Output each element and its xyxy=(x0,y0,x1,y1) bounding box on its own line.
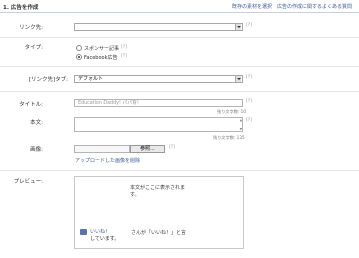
link-url-label: リンク先: xyxy=(19,25,43,31)
scroll-down-icon[interactable]: ▼ xyxy=(240,127,242,131)
help-icon[interactable]: [?] xyxy=(169,145,175,150)
browse-button[interactable]: 参照... xyxy=(130,145,165,153)
image-file-field[interactable] xyxy=(74,145,130,153)
title-char-count: 残り文字数: 10 xyxy=(217,109,247,114)
body-char-count: 残り文字数: 135 xyxy=(213,135,245,140)
body-textarea[interactable]: ▲ ▼ xyxy=(74,117,243,132)
link-url-select[interactable] xyxy=(74,23,243,31)
radio-facebook-ad[interactable] xyxy=(76,54,82,60)
title-label: タイトル: xyxy=(19,102,43,108)
chevron-down-icon[interactable] xyxy=(235,24,241,30)
section-divider xyxy=(0,170,359,171)
help-icon[interactable]: [?] xyxy=(121,54,127,59)
scroll-up-icon[interactable]: ▲ xyxy=(240,118,242,122)
help-icon[interactable]: [?] xyxy=(246,118,252,123)
radio-facebook-ad-label: Facebook広告 xyxy=(84,55,118,61)
title-value: Education Daddy! パパ育！ xyxy=(78,101,142,106)
chevron-down-icon[interactable] xyxy=(235,76,241,82)
header-divider xyxy=(0,12,359,13)
section-divider xyxy=(0,37,359,38)
preview-like-message: さんが「いいね！」と言 xyxy=(131,230,187,236)
preview-body-text: 本文がここに表示されます。 xyxy=(130,185,186,198)
help-icon[interactable]: [?] xyxy=(121,45,127,50)
help-icon[interactable]: [?] xyxy=(246,75,252,80)
title-input[interactable]: Education Daddy! パパ育！ xyxy=(74,99,243,107)
section-divider xyxy=(0,91,359,92)
link-type-select[interactable]: デフォルト xyxy=(74,75,243,83)
image-label: 画像: xyxy=(30,147,43,153)
page-title: 1. 広告を作成 xyxy=(3,5,39,11)
select-existing-link[interactable]: 既存の素材を選択 xyxy=(232,3,272,10)
section-divider xyxy=(0,66,359,67)
body-label: 本文: xyxy=(30,120,43,126)
type-label: タイプ: xyxy=(24,45,43,51)
link-type-label: [リンク先]タブ: xyxy=(28,77,68,83)
preview-like-suffix: しています。 xyxy=(90,236,120,242)
delete-image-link[interactable]: アップロードした画像を削除 xyxy=(75,157,140,164)
radio-sponsored-label: スポンサー記事 xyxy=(84,46,120,52)
link-type-value: デフォルト xyxy=(78,76,104,82)
thumbs-up-icon xyxy=(80,229,87,235)
preview-label: プレビュー: xyxy=(13,179,43,185)
faq-link[interactable]: 広告の作成に関するよくある質問 xyxy=(277,3,352,10)
help-icon[interactable]: [?] xyxy=(246,23,252,28)
help-icon[interactable]: [?] xyxy=(246,99,252,104)
radio-sponsored[interactable] xyxy=(76,45,82,51)
